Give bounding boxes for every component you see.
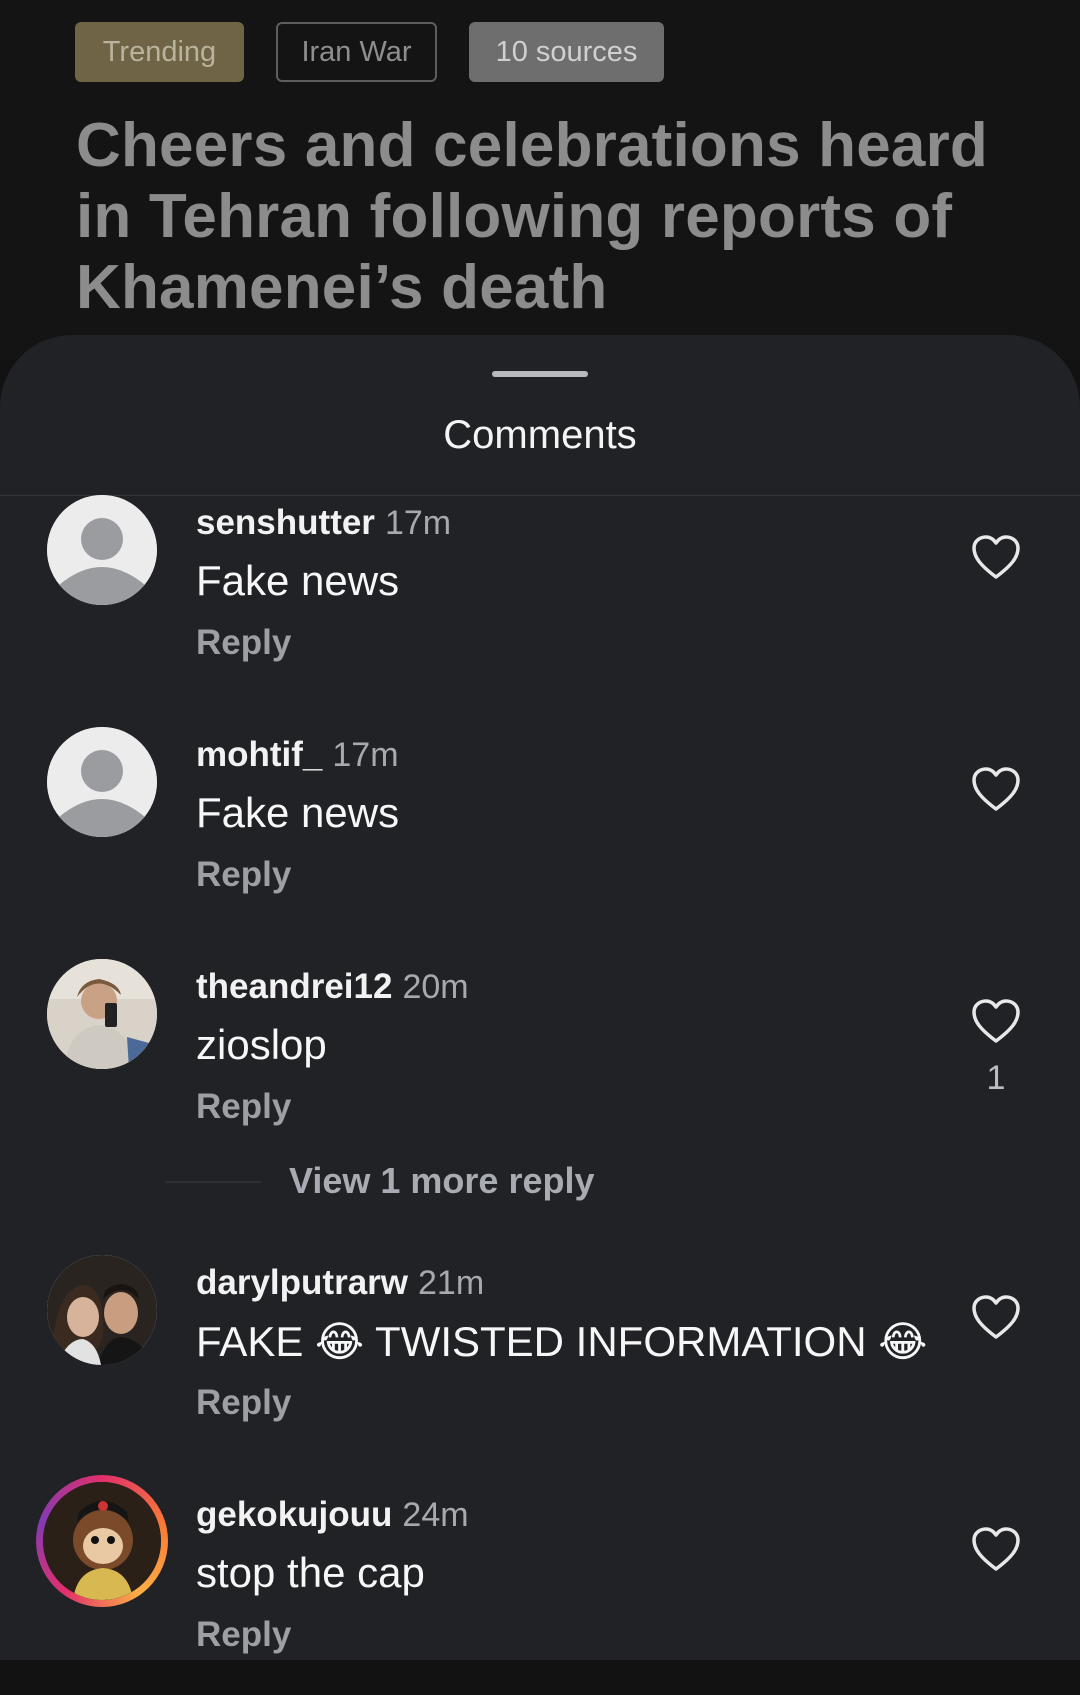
- comments-title: Comments: [443, 413, 637, 457]
- comment-time: 20m: [402, 968, 469, 1006]
- thread-connector: [165, 1181, 261, 1183]
- comment-username-text[interactable]: theandrei12: [196, 967, 392, 1006]
- comment-item: senshutter 17m Fake news Reply: [0, 495, 1080, 703]
- comment-username[interactable]: mohtif_ 17m: [196, 735, 399, 775]
- comment-username[interactable]: senshutter 17m: [196, 503, 451, 543]
- heart-outline-icon[interactable]: [970, 1293, 1022, 1341]
- comment-username[interactable]: darylputrarw 21m: [196, 1263, 484, 1303]
- comment-time: 17m: [384, 504, 452, 542]
- comment-item: darylputrarw 21m FAKE 😂 TWISTED INFORMATI…: [0, 1255, 1080, 1463]
- heart-outline-icon[interactable]: [970, 1525, 1022, 1573]
- comment-username-text[interactable]: mohtif_: [196, 735, 322, 774]
- sources-chip[interactable]: 10 sources: [469, 22, 664, 82]
- drag-handle[interactable]: [492, 371, 588, 377]
- comment-text: FAKE 😂 TWISTED INFORMATION 😂: [196, 1318, 928, 1365]
- comment-text: Fake news: [196, 789, 400, 836]
- heart-outline-icon[interactable]: [970, 765, 1022, 813]
- comments-sheet: Comments senshutter17m Fake news Reply: [0, 335, 1080, 1660]
- reply-button[interactable]: Reply: [196, 623, 291, 663]
- comment-username-text[interactable]: darylputrarw: [196, 1263, 408, 1302]
- heart-outline-icon[interactable]: [970, 533, 1022, 581]
- comment-text: Fake news: [196, 557, 400, 604]
- comment-username-text[interactable]: senshutter: [196, 503, 375, 542]
- sheet-divider: [0, 495, 1080, 496]
- like-count: 1: [986, 1059, 1006, 1097]
- reply-button[interactable]: Reply: [196, 855, 291, 895]
- comment-text: zioslop: [196, 1021, 327, 1068]
- reply-button[interactable]: Reply: [196, 1087, 291, 1127]
- comment-text: stop the cap: [196, 1549, 425, 1596]
- story-ring-avatar[interactable]: [36, 1475, 168, 1607]
- comment-time: 24m: [402, 1496, 469, 1534]
- heart-outline-icon[interactable]: [970, 997, 1022, 1045]
- user-avatar-photo[interactable]: [47, 1255, 157, 1365]
- topic-chip[interactable]: Iran War: [276, 22, 437, 82]
- comment-time: 21m: [418, 1264, 485, 1302]
- comment-item: mohtif_ 17m Fake news Reply: [0, 727, 1080, 935]
- reply-button[interactable]: Reply: [196, 1615, 291, 1655]
- default-avatar-icon[interactable]: [47, 727, 157, 837]
- user-avatar-photo: [43, 1482, 161, 1600]
- comment-username-text[interactable]: gekokujouu: [196, 1495, 392, 1534]
- article-headline: Cheers and celebrations heard in Tehran …: [76, 111, 989, 322]
- default-avatar-icon[interactable]: [47, 495, 157, 605]
- comment-username[interactable]: gekokujouu 24m: [196, 1495, 469, 1535]
- comment-username[interactable]: theandrei12 20m: [196, 967, 469, 1007]
- trending-chip[interactable]: Trending: [75, 22, 244, 82]
- user-avatar-photo[interactable]: [47, 959, 157, 1069]
- comment-time: 17m: [332, 736, 399, 774]
- comment-item: gekokujouu 24m stop the cap Reply: [0, 1475, 1080, 1695]
- reply-button[interactable]: Reply: [196, 1383, 291, 1423]
- comment-item: theandrei12 20m zioslop Reply 1: [0, 959, 1080, 1167]
- view-more-replies-button[interactable]: View 1 more reply: [289, 1160, 595, 1202]
- article-header: Trending Iran War 10 sources Cheers and …: [0, 0, 1080, 360]
